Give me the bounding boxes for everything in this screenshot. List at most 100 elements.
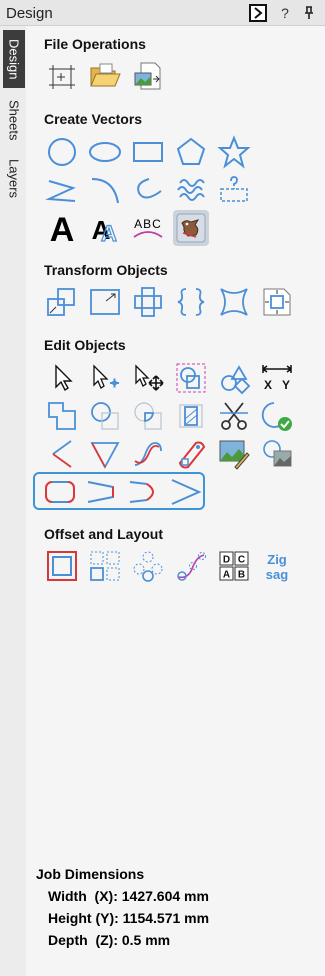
dimension-tool-button[interactable] (216, 172, 252, 208)
draw-star-button[interactable] (216, 134, 252, 170)
create-vectors-row-3: A AA ABC (44, 210, 209, 246)
tab-design[interactable]: Design (3, 30, 25, 88)
close-vectors-button[interactable] (259, 398, 295, 434)
job-depth-value: 0.5 mm (121, 932, 171, 948)
draw-text-button[interactable]: A (44, 210, 80, 246)
round-taper-button[interactable] (126, 474, 162, 510)
draw-curve-button[interactable] (130, 172, 166, 208)
import-bitmap-button[interactable] (130, 58, 166, 94)
tabs-button[interactable] (173, 436, 209, 472)
nesting-button[interactable]: Zig sag (259, 548, 295, 584)
join-icon (52, 440, 72, 468)
help-button[interactable]: ? (276, 4, 294, 22)
pin-icon (305, 6, 313, 19)
svg-text:X: X (264, 378, 272, 392)
text-on-curve-icon: ABC (133, 217, 163, 238)
draw-polygon-button[interactable] (173, 134, 209, 170)
offset-button[interactable] (44, 548, 80, 584)
svg-text:C: C (238, 555, 245, 566)
offset-icon (47, 551, 77, 581)
draw-wave-button[interactable] (173, 172, 209, 208)
center-icon (263, 288, 291, 316)
tab-layers[interactable]: Layers (3, 152, 25, 206)
trace-bitmap-button[interactable] (173, 210, 209, 246)
interactive-trim-button[interactable] (173, 360, 209, 396)
join-vectors-button[interactable] (44, 436, 80, 472)
group-shapes-button[interactable] (216, 360, 252, 396)
rounded-corner-button[interactable] (42, 474, 78, 510)
taper-button[interactable] (84, 474, 120, 510)
extend-vector-button[interactable] (87, 436, 123, 472)
svg-text:A: A (101, 221, 117, 245)
text-outline-button[interactable]: AA (87, 210, 123, 246)
layout-grid-button[interactable]: D C A B (216, 548, 252, 584)
offset-layout-row: D C A B Zig sag (44, 548, 295, 584)
pin-button[interactable] (300, 4, 318, 22)
node-edit-button[interactable] (87, 360, 123, 396)
close-vector-check-icon (261, 402, 292, 431)
job-depth-line: Depth (Z): 0.5 mm (48, 932, 209, 948)
align-button[interactable] (173, 284, 209, 320)
tab-bridge-icon (178, 441, 206, 469)
move-button[interactable] (44, 284, 80, 320)
smooth-curve-button[interactable] (130, 436, 166, 472)
draw-polyline-button[interactable] (44, 172, 80, 208)
job-height-label: Height (Y): (48, 910, 119, 926)
scissors-button[interactable] (216, 398, 252, 434)
subtract-button[interactable] (87, 398, 123, 434)
node-edit-icon (93, 364, 119, 389)
job-setup-button[interactable] (44, 58, 80, 94)
mirror-button[interactable] (130, 284, 166, 320)
tab-sheets[interactable]: Sheets (3, 92, 25, 148)
center-in-job-button[interactable] (259, 284, 295, 320)
arrow-pointer-icon (55, 364, 73, 392)
side-tab-strip: Design Sheets Layers (0, 26, 26, 976)
edit-objects-row-4 (42, 474, 204, 510)
intersect-button[interactable] (130, 398, 166, 434)
job-dimensions: Job Dimensions Width (X): 1427.604 mm He… (36, 866, 209, 948)
copy-along-vector-button[interactable] (173, 548, 209, 584)
draw-ellipse-button[interactable] (87, 134, 123, 170)
job-dimensions-title: Job Dimensions (36, 866, 145, 882)
draw-arc-button[interactable] (87, 172, 123, 208)
panel-title: Design (6, 5, 53, 22)
panel-titlebar: Design ? (0, 0, 325, 26)
point-taper-button[interactable] (168, 474, 204, 510)
nesting-icon: Zigsag (266, 552, 288, 582)
bitmap-mask-button[interactable] (259, 436, 295, 472)
bitmap-edit-button[interactable] (216, 436, 252, 472)
draw-circle-button[interactable] (44, 134, 80, 170)
circular-array-button[interactable] (130, 548, 166, 584)
star-icon (217, 135, 251, 169)
edit-objects-row-3 (44, 436, 295, 472)
text-outline-icon: AA (92, 215, 118, 245)
dcab-layout-icon: D C A B (219, 551, 249, 581)
dock-icon (254, 7, 263, 19)
create-vectors-row-1 (44, 134, 252, 170)
rectangle-icon (133, 142, 163, 162)
smooth-icon (134, 442, 162, 466)
text-on-curve-button[interactable]: ABC (130, 210, 166, 246)
scale-icon (90, 289, 120, 315)
weld-icon (48, 402, 76, 430)
open-file-button[interactable] (87, 58, 123, 94)
select-button[interactable] (44, 360, 80, 396)
align-icon (177, 288, 205, 316)
dock-button[interactable] (249, 4, 267, 22)
fillet-button[interactable] (173, 398, 209, 434)
section-transform-objects: Transform Objects (44, 262, 168, 278)
svg-text:ABC: ABC (134, 217, 162, 231)
scale-button[interactable] (87, 284, 123, 320)
transform-mode-button[interactable] (130, 360, 166, 396)
weld-button[interactable] (44, 398, 80, 434)
array-copy-button[interactable] (87, 548, 123, 584)
measure-button[interactable]: XY (259, 360, 295, 396)
arc-icon (91, 178, 119, 204)
round-taper-icon (129, 481, 154, 503)
job-depth-label: Depth (Z): (48, 932, 118, 948)
edit-objects-row-2 (44, 398, 295, 434)
job-setup-icon (49, 65, 75, 89)
draw-rectangle-button[interactable] (130, 134, 166, 170)
distort-button[interactable] (216, 284, 252, 320)
mirror-icon (134, 287, 162, 317)
